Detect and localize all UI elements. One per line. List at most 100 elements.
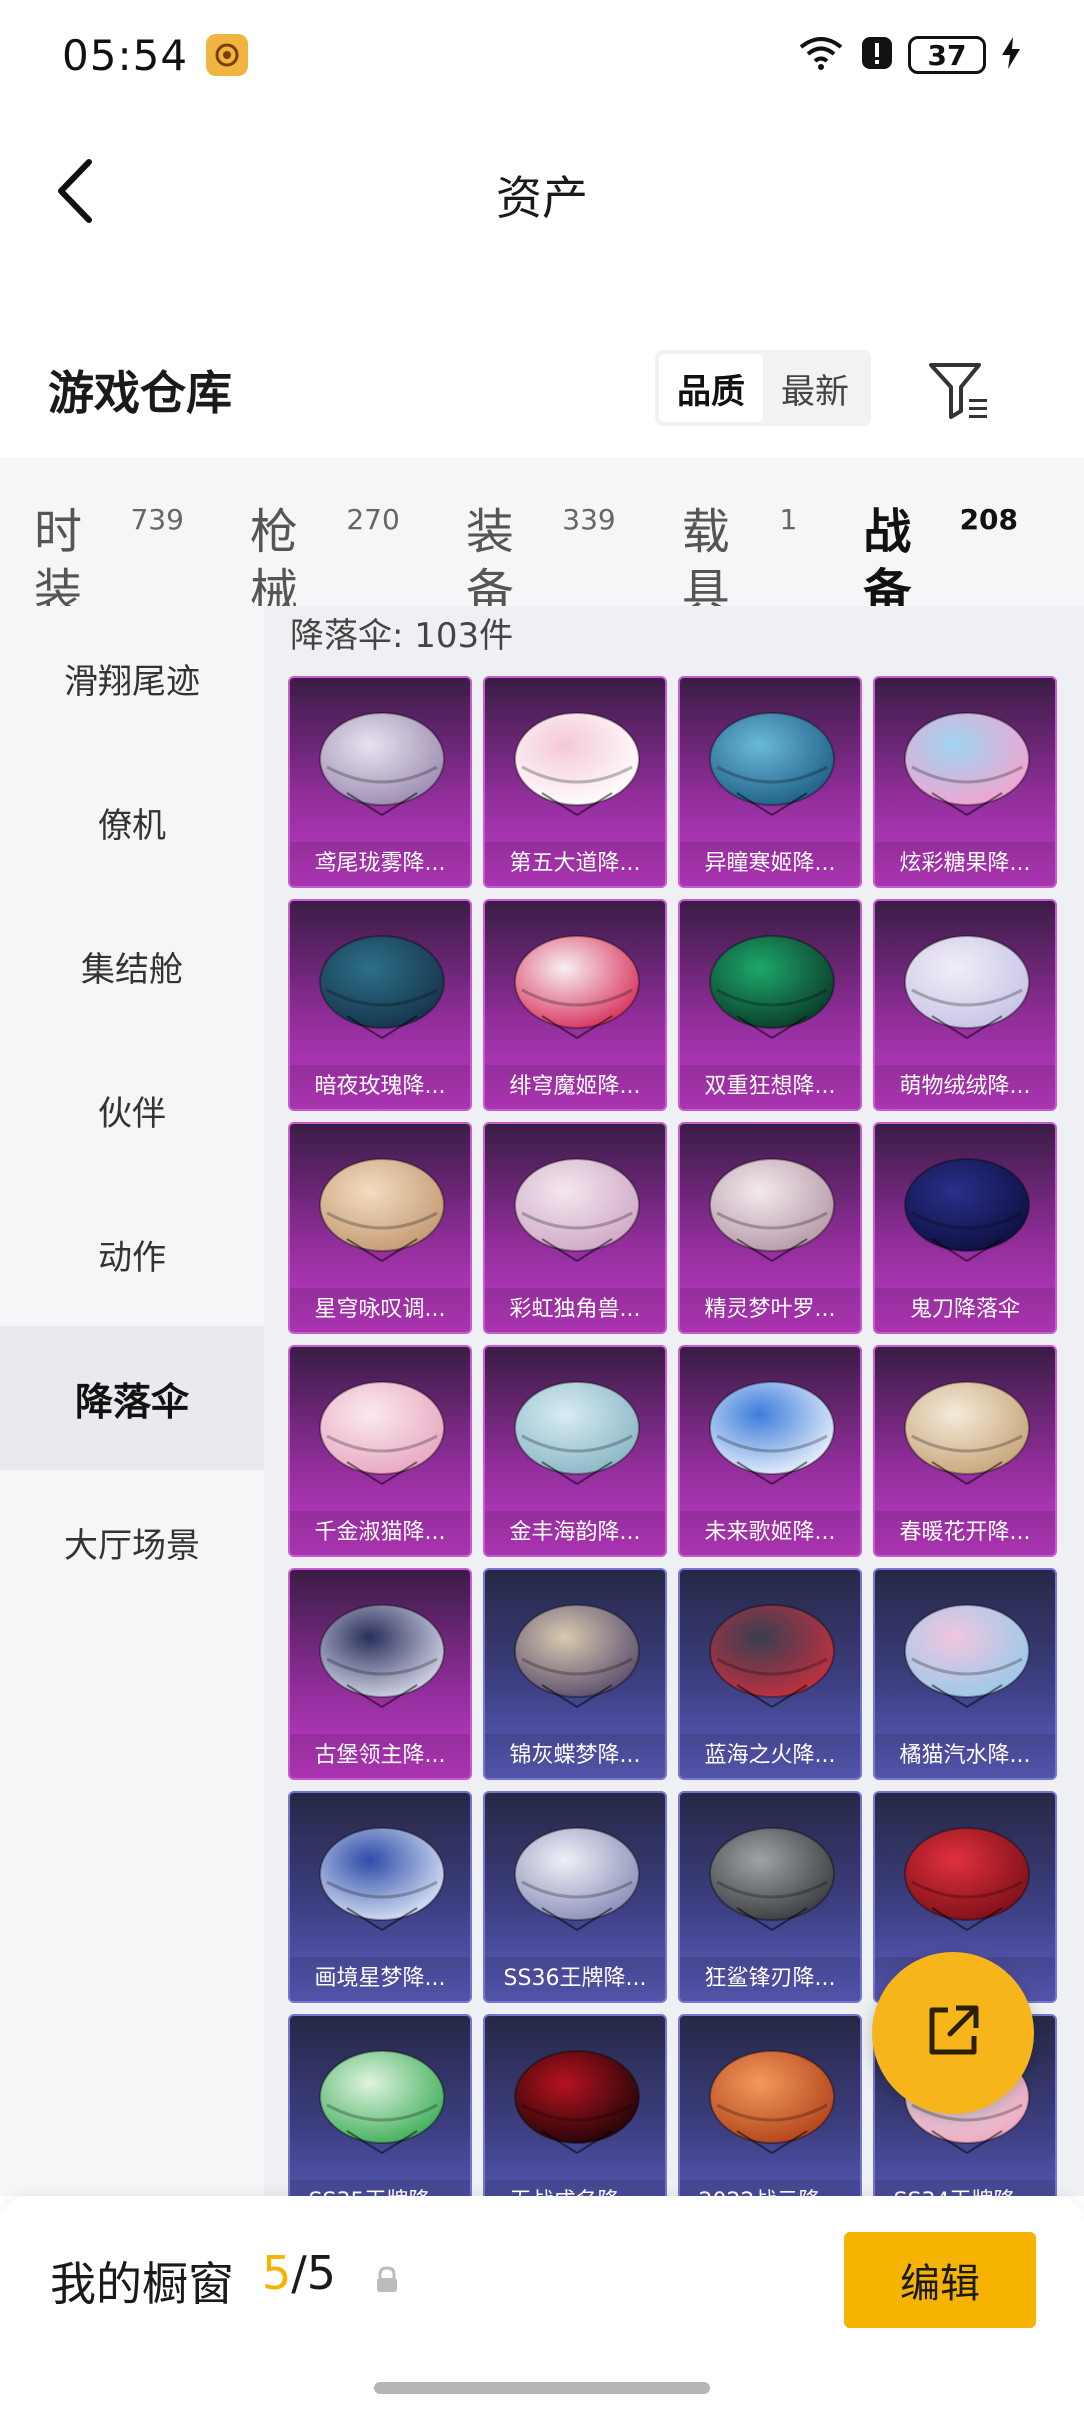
parachute-thumbnail [485,1347,665,1515]
sidebar-item-emote[interactable]: 动作 [0,1182,264,1326]
parachute-card[interactable]: 鸢尾珑雾降... [288,676,472,888]
parachute-thumbnail [290,901,470,1069]
sort-newest-button[interactable]: 最新 [763,354,867,422]
parachute-card[interactable]: 绯穹魔姬降... [483,899,667,1111]
share-button[interactable] [872,1952,1034,2114]
parachute-thumbnail [290,1347,470,1515]
parachute-name: 锦灰蝶梦降... [485,1734,665,1778]
parachute-thumbnail [485,2016,665,2184]
parachute-name: 无战成名降... [485,2180,665,2196]
parachute-thumbnail [875,1793,1055,1961]
filter-icon [925,363,995,429]
parachute-thumbnail [875,1570,1055,1738]
showcase-count: 5/5 [262,2246,336,2300]
parachute-card[interactable]: 暗夜玫瑰降... [288,899,472,1111]
parachute-card[interactable]: 异瞳寒姬降... [678,676,862,888]
parachute-card[interactable]: 狂鲨锋刃降... [678,1791,862,2003]
parachute-card[interactable]: 星穹咏叹调... [288,1122,472,1334]
parachute-card[interactable]: 画境星梦降... [288,1791,472,2003]
parachute-name: 异瞳寒姬降... [680,842,860,886]
parachute-name: 暗夜玫瑰降... [290,1065,470,1109]
parachute-thumbnail [485,1570,665,1738]
parachute-thumbnail [680,1570,860,1738]
parachute-name: 双重狂想降... [680,1065,860,1109]
parachute-card[interactable]: 第五大道降... [483,676,667,888]
parachute-name: 炫彩糖果降... [875,842,1055,886]
status-bar: 05:54 37 [0,0,1084,110]
status-time: 05:54 [62,30,189,80]
showcase-label: 我的橱窗 [50,2257,234,2311]
parachute-thumbnail [680,1793,860,1961]
parachute-card[interactable]: 古堡领主降... [288,1568,472,1780]
parachute-name: 绯穹魔姬降... [485,1065,665,1109]
showcase-total: 5 [306,2246,337,2300]
parachute-name: 画境星梦降... [290,1957,470,2001]
sort-quality-button[interactable]: 品质 [659,354,763,422]
parachute-card[interactable]: SS35王牌降... [288,2014,472,2196]
page-title: 资产 [496,171,588,225]
parachute-card[interactable]: 蓝海之火降... [678,1568,862,1780]
sidebar-item-rally-pod[interactable]: 集结舱 [0,894,264,1038]
parachute-name: 春暖花开降... [875,1511,1055,1555]
parachute-card[interactable]: 锦灰蝶梦降... [483,1568,667,1780]
parachute-thumbnail [875,901,1055,1069]
parachute-card[interactable]: 鬼刀降落伞 [873,1122,1057,1334]
sidebar-item-parachute[interactable]: 降落伞 [0,1326,264,1470]
sidebar-item-companion[interactable]: 伙伴 [0,1038,264,1182]
parachute-card[interactable]: 2022战云降... [678,2014,862,2196]
parachute-thumbnail [680,1124,860,1292]
parachute-name: 蓝海之火降... [680,1734,860,1778]
parachute-card[interactable]: 彩虹独角兽... [483,1122,667,1334]
tab-vehicles[interactable]: 载具 1 [682,502,798,620]
lock-icon [372,2264,402,2294]
sidebar-item-glide-trail[interactable]: 滑翔尾迹 [0,606,264,750]
filter-button[interactable] [925,355,995,425]
back-button[interactable] [40,158,110,228]
parachute-name: 千金淑猫降... [290,1511,470,1555]
parachute-name: 星穹咏叹调... [290,1288,470,1332]
parachute-card[interactable]: 双重狂想降... [678,899,862,1111]
parachute-thumbnail [875,1124,1055,1292]
parachute-name: 鬼刀降落伞 [875,1288,1055,1332]
parachute-card[interactable]: 未来歌姬降... [678,1345,862,1557]
page-header: 资产 [0,130,1084,260]
parachute-card[interactable]: SS36王牌降... [483,1791,667,2003]
parachute-name: 第五大道降... [485,842,665,886]
home-indicator[interactable] [374,2382,710,2394]
parachute-name: 彩虹独角兽... [485,1288,665,1332]
alert-icon [860,33,894,77]
parachute-card[interactable]: 橘猫汽水降... [873,1568,1057,1780]
parachute-name: 金丰海韵降... [485,1511,665,1555]
parachute-card[interactable]: 春暖花开降... [873,1345,1057,1557]
parachute-thumbnail [290,2016,470,2184]
parachute-thumbnail [875,678,1055,846]
tab-equipment[interactable]: 装备 339 [466,502,616,620]
tab-weapons[interactable]: 枪械 270 [250,502,400,620]
category-tabs: 时装 739 枪械 270 装备 339 载具 1 战备 208 [0,458,1084,620]
parachute-card[interactable]: 无战成名降... [483,2014,667,2196]
sort-toggle: 品质 最新 [655,350,871,426]
parachute-name: SS36王牌降... [485,1957,665,2001]
parachute-card[interactable]: 炫彩糖果降... [873,676,1057,888]
parachute-thumbnail [680,1347,860,1515]
parachute-name: 萌物绒绒降... [875,1065,1055,1109]
parachute-card[interactable]: 萌物绒绒降... [873,899,1057,1111]
charging-icon [1000,35,1022,75]
tab-outfits[interactable]: 时装 739 [34,502,184,620]
parachute-thumbnail [290,1793,470,1961]
edit-button[interactable]: 编辑 [844,2232,1036,2328]
parachute-name: 未来歌姬降... [680,1511,860,1555]
parachute-card[interactable]: 金丰海韵降... [483,1345,667,1557]
sidebar-item-wingman[interactable]: 僚机 [0,750,264,894]
parachute-card[interactable]: 精灵梦叶罗... [678,1122,862,1334]
parachute-thumbnail [875,1347,1055,1515]
item-count-label: 降落伞: 103件 [290,616,514,656]
parachute-card[interactable]: 千金淑猫降... [288,1345,472,1557]
parachute-thumbnail [680,901,860,1069]
showcase-bar: 我的橱窗 5/5 编辑 [0,2196,1084,2412]
tab-battle-gear[interactable]: 战备 208 [863,502,1018,620]
parachute-name: 橘猫汽水降... [875,1734,1055,1778]
app-notification-icon [206,34,249,76]
sidebar-item-lobby-scene[interactable]: 大厅场景 [0,1470,264,1614]
parachute-thumbnail [680,2016,860,2184]
